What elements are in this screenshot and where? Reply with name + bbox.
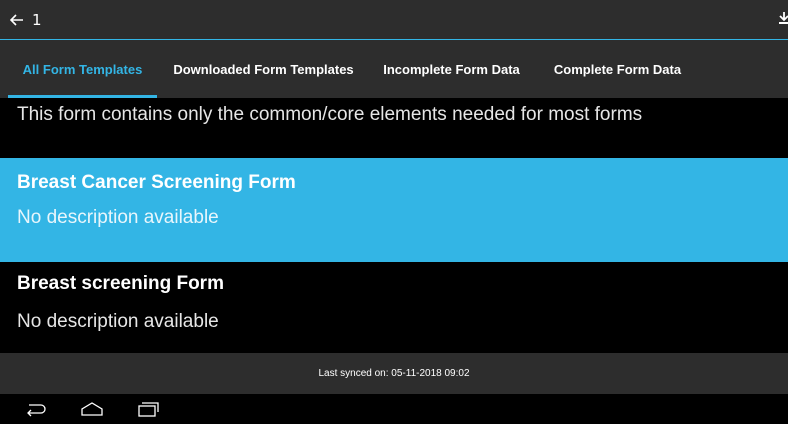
tab-bar: All Form Templates Downloaded Form Templ…: [0, 40, 788, 98]
form-title: Breast Cancer Screening Form: [17, 172, 296, 193]
last-synced-text: Last synced on: 05-11-2018 09:02: [318, 368, 470, 379]
page-title: 1: [32, 10, 42, 29]
action-bar: 1: [0, 0, 788, 40]
list-item[interactable]: Breast screening Form No description ava…: [0, 262, 788, 353]
system-nav-bar: [0, 394, 788, 424]
nav-back-icon[interactable]: [24, 401, 48, 421]
form-title: Breast screening Form: [17, 273, 224, 294]
tab-downloaded-form-templates[interactable]: Downloaded Form Templates: [160, 40, 367, 98]
form-description: No description available: [17, 207, 219, 228]
list-item[interactable]: Breast Cancer Screening Form No descript…: [0, 158, 788, 262]
form-description: No description available: [17, 311, 219, 332]
arrow-left-icon[interactable]: [6, 10, 28, 30]
nav-home-icon[interactable]: [80, 401, 104, 421]
tab-all-form-templates[interactable]: All Form Templates: [8, 40, 157, 98]
form-description: This form contains only the common/core …: [17, 104, 643, 125]
tab-incomplete-form-data[interactable]: Incomplete Form Data: [370, 40, 533, 98]
sync-status-bar: Last synced on: 05-11-2018 09:02: [0, 353, 788, 394]
nav-recents-icon[interactable]: [136, 401, 160, 421]
tab-complete-form-data[interactable]: Complete Form Data: [536, 40, 699, 98]
download-icon[interactable]: [778, 10, 788, 26]
